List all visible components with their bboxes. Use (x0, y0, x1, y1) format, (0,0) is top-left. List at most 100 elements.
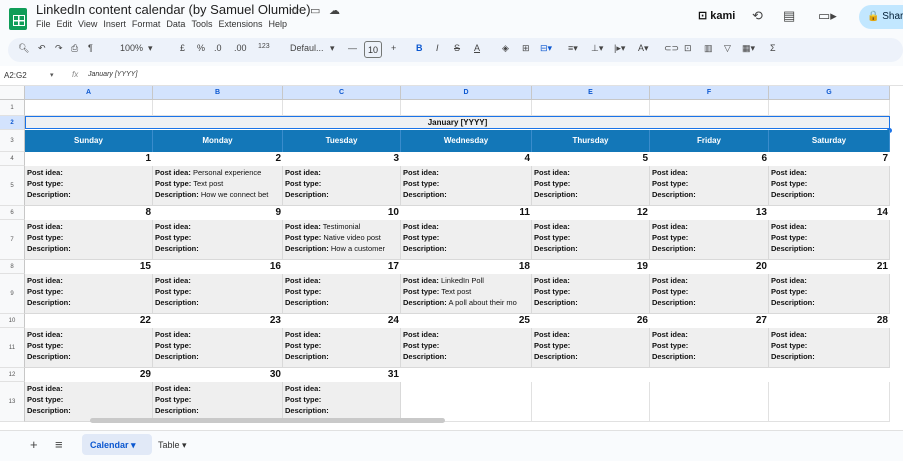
date-cell[interactable]: 28 (769, 314, 890, 328)
post-detail-cell[interactable]: Post idea: Post type: Description: (153, 220, 283, 260)
menu-view[interactable]: View (78, 19, 97, 29)
row-header-4[interactable]: 4 (0, 152, 25, 166)
add-sheet-icon[interactable]: + (30, 437, 38, 452)
post-detail-cell[interactable]: Post idea: Post type: Description: (769, 328, 890, 368)
date-cell[interactable]: 12 (532, 206, 650, 220)
post-detail-cell[interactable]: Post idea: Post type: Description: (25, 328, 153, 368)
italic-icon[interactable]: I (436, 43, 439, 53)
insert-link-icon[interactable]: ⊂⊃ (664, 43, 679, 54)
cell[interactable] (769, 100, 890, 116)
day-header-friday[interactable]: Friday (650, 130, 769, 152)
column-header-d[interactable]: D (401, 86, 532, 100)
post-detail-cell[interactable]: Post idea: Post type: Description: (25, 220, 153, 260)
empty-cell[interactable] (532, 382, 650, 422)
merge-cells-icon[interactable]: ⊟▾ (540, 43, 552, 54)
date-cell[interactable] (650, 368, 769, 382)
post-detail-cell[interactable]: Post idea: Post type: Description: (153, 274, 283, 314)
column-header-g[interactable]: G (769, 86, 890, 100)
date-cell[interactable]: 29 (25, 368, 153, 382)
text-wrapping-icon[interactable]: |▸▾ (614, 43, 625, 54)
font-select[interactable]: Defaul... (290, 43, 324, 53)
post-detail-cell[interactable]: Post idea: Post type: Description: (283, 166, 401, 206)
insert-chart-icon[interactable]: ▥ (704, 43, 713, 54)
chevron-down-icon[interactable]: ▾ (330, 43, 335, 54)
date-cell[interactable]: 13 (650, 206, 769, 220)
fill-color-icon[interactable]: ◈ (502, 43, 509, 54)
column-header-a[interactable]: A (25, 86, 153, 100)
percent-format-button[interactable]: % (197, 43, 205, 53)
all-sheets-icon[interactable]: ≡ (55, 437, 63, 452)
date-cell[interactable]: 10 (283, 206, 401, 220)
date-cell[interactable]: 7 (769, 152, 890, 166)
spreadsheet-grid[interactable]: A B C D E F G 1 2 3 4 5 6 7 8 9 10 11 12 13 January [YYYY] Su… (0, 86, 903, 430)
post-detail-cell[interactable]: Post idea: Post type: Description: (283, 274, 401, 314)
name-box[interactable]: A2:G2 (4, 71, 27, 80)
post-detail-cell[interactable]: Post idea: Post type: Description: (769, 220, 890, 260)
row-header-13[interactable]: 13 (0, 382, 25, 422)
post-detail-cell[interactable]: Post idea: Personal experience Post type:… (153, 166, 283, 206)
currency-format-button[interactable]: £ (180, 43, 185, 53)
post-detail-cell[interactable]: Post idea: Post type: Description: (769, 166, 890, 206)
horizontal-align-icon[interactable]: ≡▾ (568, 43, 578, 54)
post-detail-cell[interactable]: Post idea: Post type: Description: (650, 328, 769, 368)
date-cell[interactable]: 6 (650, 152, 769, 166)
select-all-corner[interactable] (0, 86, 25, 100)
star-icon[interactable]: ☆ (290, 4, 300, 17)
column-header-b[interactable]: B (153, 86, 283, 100)
date-cell[interactable]: 9 (153, 206, 283, 220)
increase-decimal-button[interactable]: .00 (234, 43, 247, 53)
day-header-wednesday[interactable]: Wednesday (401, 130, 532, 152)
text-color-icon[interactable]: A (474, 43, 480, 53)
print-icon[interactable]: ⎙ (71, 43, 78, 54)
post-detail-cell[interactable]: Post idea: Post type: Description: (283, 382, 401, 422)
cloud-status-icon[interactable]: ☁ (329, 4, 340, 17)
date-cell[interactable]: 19 (532, 260, 650, 274)
date-cell[interactable]: 25 (401, 314, 532, 328)
post-detail-cell[interactable]: Post idea: Post type: Description: (532, 328, 650, 368)
more-formats-button[interactable]: 123 (258, 43, 270, 50)
strikethrough-icon[interactable]: S (454, 43, 460, 53)
menu-extensions[interactable]: Extensions (218, 19, 262, 29)
day-header-thursday[interactable]: Thursday (532, 130, 650, 152)
empty-cell[interactable] (650, 382, 769, 422)
menu-edit[interactable]: Edit (57, 19, 73, 29)
filter-icon[interactable]: ▽ (724, 43, 731, 54)
cell[interactable] (25, 100, 153, 116)
tab-calendar[interactable]: Calendar ▾ (82, 434, 152, 455)
month-title[interactable]: January [YYYY] (25, 116, 890, 129)
cell[interactable] (532, 100, 650, 116)
empty-cell[interactable] (401, 382, 532, 422)
zoom-select[interactable]: 100% (120, 43, 143, 53)
insert-comment-icon[interactable]: ⊡ (684, 43, 692, 54)
date-cell[interactable]: 11 (401, 206, 532, 220)
vertical-align-icon[interactable]: ⊥▾ (591, 43, 603, 54)
cell[interactable] (153, 100, 283, 116)
text-rotation-icon[interactable]: A▾ (638, 43, 649, 54)
date-cell[interactable]: 15 (25, 260, 153, 274)
date-cell[interactable] (769, 368, 890, 382)
filter-views-icon[interactable]: ▦▾ (742, 43, 755, 54)
day-header-monday[interactable]: Monday (153, 130, 283, 152)
date-cell[interactable]: 5 (532, 152, 650, 166)
empty-cell[interactable] (769, 382, 890, 422)
functions-button[interactable]: Σ (770, 43, 776, 53)
post-detail-cell[interactable]: Post idea: LinkedIn Poll Post type: Text … (401, 274, 532, 314)
menu-file[interactable]: File (36, 19, 51, 29)
day-header-sunday[interactable]: Sunday (25, 130, 153, 152)
cell[interactable] (650, 100, 769, 116)
menu-format[interactable]: Format (132, 19, 161, 29)
post-detail-cell[interactable]: Post idea: Post type: Description: (153, 382, 283, 422)
document-title[interactable]: LinkedIn content calendar (by Samuel Olu… (36, 2, 311, 17)
menu-tools[interactable]: Tools (191, 19, 212, 29)
date-cell[interactable]: 16 (153, 260, 283, 274)
post-detail-cell[interactable]: Post idea: Post type: Description: (401, 220, 532, 260)
menu-data[interactable]: Data (166, 19, 185, 29)
chevron-down-icon[interactable]: ▾ (148, 43, 153, 54)
post-detail-cell[interactable]: Post idea: Post type: Description: (650, 220, 769, 260)
post-detail-cell[interactable]: Post idea: Post type: Description: (25, 382, 153, 422)
bold-icon[interactable]: B (416, 43, 423, 53)
row-header-12[interactable]: 12 (0, 368, 25, 382)
horizontal-scrollbar[interactable] (90, 418, 445, 423)
history-icon[interactable]: ⟲ (752, 8, 763, 24)
post-detail-cell[interactable]: Post idea: Post type: Description: (532, 220, 650, 260)
